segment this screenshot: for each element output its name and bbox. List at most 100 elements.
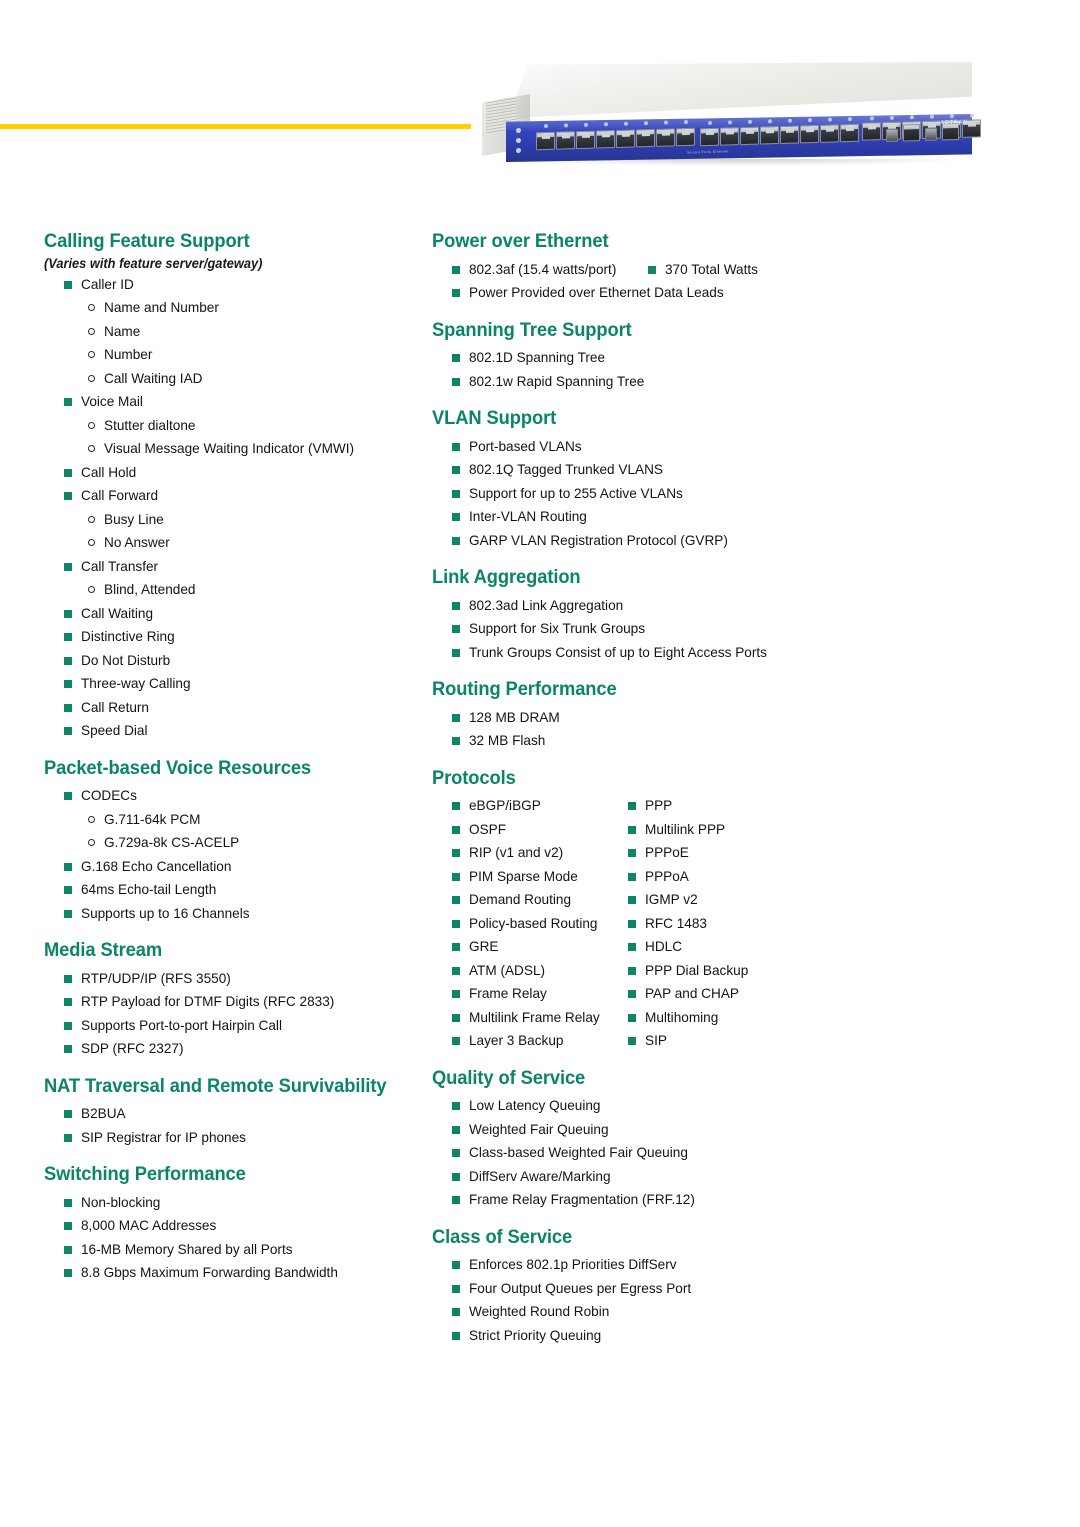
section-heading: VLAN Support (432, 407, 557, 429)
spec-item-label: 802.1w Rapid Spanning Tree (469, 373, 645, 389)
spec-item: 32 MB Flash (452, 729, 832, 753)
spec-item: Speed Dial (64, 719, 424, 743)
spec-item: Support for Six Trunk Groups (452, 617, 832, 641)
square-bullet-icon (628, 990, 636, 998)
square-bullet-icon (648, 265, 656, 274)
spec-item: Voice Mail (64, 390, 424, 414)
spec-item-label: 32 MB Flash (469, 733, 546, 748)
spec-item: Enforces 802.1p Priorities DiffServ (452, 1253, 832, 1277)
square-bullet-icon (452, 536, 460, 545)
spec-item: Weighted Fair Queuing (452, 1118, 832, 1142)
spec-item-label: Frame Relay (469, 986, 547, 1001)
square-bullet-icon (452, 872, 460, 881)
square-bullet-icon (452, 1284, 460, 1293)
spec-item-label: Multilink PPP (645, 821, 726, 837)
section-heading: Media Stream (44, 939, 163, 961)
square-bullet-icon (628, 943, 636, 951)
spec-item: Low Latency Queuing (452, 1094, 832, 1118)
spec-item-label: RIP (v1 and v2) (469, 845, 564, 860)
spec-item-label: 8,000 MAC Addresses (81, 1218, 217, 1233)
spec-item: SIP Registrar for IP phones (64, 1126, 424, 1150)
spec-item: RIP (v1 and v2) (452, 841, 628, 865)
square-bullet-icon (64, 680, 72, 688)
spec-item: SDP (RFC 2327) (64, 1037, 424, 1061)
spec-item-label: PAP and CHAP (645, 986, 739, 1001)
spec-sub-item: Visual Message Waiting Indicator (VMWI) (88, 437, 424, 461)
spec-item-label: PIM Sparse Mode (469, 868, 578, 884)
square-bullet-icon (452, 966, 460, 975)
spec-section-routing-performance: Routing Performance 128 MB DRAM 32 MB Flas… (432, 679, 832, 753)
spec-item-list: Caller ID Name and Number Name Number Call W… (44, 273, 424, 743)
square-bullet-icon (64, 1110, 72, 1118)
spec-item-label: OSPF (469, 821, 507, 837)
spec-item-label: SDP (RFC 2327) (81, 1041, 184, 1056)
spec-item: Strict Priority Queuing (452, 1324, 832, 1348)
spec-item-label: Power Provided over Ethernet Data Leads (469, 285, 724, 300)
spec-item-label: Weighted Round Robin (469, 1304, 610, 1319)
square-bullet-icon (64, 468, 72, 477)
section-heading: Switching Performance (44, 1163, 246, 1185)
spec-item-label: SIP Registrar for IP phones (81, 1129, 246, 1145)
square-bullet-icon (64, 703, 72, 712)
section-heading: Packet-based Voice Resources (44, 756, 312, 779)
spec-item-label: Demand Routing (469, 892, 572, 907)
spec-section-nat-traversal-and-remote-survivability: NAT Traversal and Remote Survivability B2… (44, 1076, 424, 1150)
square-bullet-icon (452, 442, 460, 451)
spec-item-label: GARP VLAN Registration Protocol (GVRP) (469, 532, 728, 548)
page-banner: ADTRAN Secure Ports Ethernet (0, 0, 1080, 210)
spec-item-list: 802.3ad Link Aggregation Support for Six … (432, 594, 832, 665)
square-bullet-icon (64, 998, 72, 1006)
spec-item-list: Port-based VLANs 802.1Q Tagged Trunked VL… (432, 435, 832, 553)
spec-pair-row: 802.3af (15.4 watts/port) 370 Total Watts (432, 258, 832, 282)
spec-section-protocols: Protocols eBGP/iBGP PPP OSPF Multilink PPP RI… (432, 766, 832, 1053)
spec-item-label: Strict Priority Queuing (469, 1327, 602, 1343)
section-heading: Link Aggregation (432, 566, 581, 588)
spec-item-label: DiffServ Aware/Marking (469, 1168, 611, 1184)
spec-item-label: 370 Total Watts (665, 261, 758, 277)
spec-item-list: 128 MB DRAM 32 MB Flash (432, 706, 832, 753)
spec-item: PIM Sparse Mode (452, 865, 628, 889)
spec-sub-item: G.711-64k PCM (88, 808, 424, 832)
spec-item-label: Policy-based Routing (469, 915, 598, 931)
circle-bullet-icon (88, 815, 95, 823)
square-bullet-icon (452, 1172, 460, 1181)
square-bullet-icon (64, 656, 72, 665)
spec-item-list: B2BUA SIP Registrar for IP phones (44, 1102, 424, 1149)
spec-item-label: Name (104, 323, 141, 339)
spec-item: GRE (452, 935, 628, 959)
section-heading: Protocols (432, 766, 516, 789)
square-bullet-icon (452, 896, 460, 904)
square-bullet-icon (628, 1013, 636, 1022)
section-subtitle: (Varies with feature server/gateway) (44, 255, 263, 271)
circle-bullet-icon (88, 586, 95, 593)
square-bullet-icon (452, 1196, 460, 1204)
spec-item: Non-blocking (64, 1191, 424, 1215)
square-bullet-icon (64, 1245, 72, 1254)
spec-item-label: HDLC (645, 939, 683, 954)
spec-column-right: Power over Ethernet 802.3af (15.4 watts/p… (432, 231, 832, 1348)
spec-item-label: Blind, Attended (104, 582, 196, 597)
spec-item: 128 MB DRAM (452, 706, 832, 730)
spec-item-label: CODECs (81, 788, 137, 803)
spec-item-label: Speed Dial (81, 723, 148, 738)
spec-item: Call Hold (64, 461, 424, 485)
square-bullet-icon (452, 825, 460, 834)
spec-section-power-over-ethernet: Power over Ethernet 802.3af (15.4 watts/p… (432, 231, 832, 305)
square-bullet-icon (452, 713, 460, 722)
square-bullet-icon (452, 1037, 460, 1045)
activity-led-icon (516, 147, 521, 154)
spec-item-label: ATM (ADSL) (469, 962, 546, 978)
spec-item: PPPoA (628, 865, 824, 889)
spec-item-label: 802.3af (15.4 watts/port) (469, 261, 617, 277)
spec-item-label: Stutter dialtone (104, 417, 196, 433)
spec-section-media-stream: Media Stream RTP/UDP/IP (RFS 3550) RTP Pay… (44, 939, 424, 1061)
spec-item: Caller ID (64, 273, 424, 297)
square-bullet-icon (452, 625, 460, 633)
square-bullet-icon (628, 966, 636, 975)
spec-item-label: B2BUA (81, 1106, 126, 1121)
spec-item-label: Call Return (81, 699, 149, 715)
square-bullet-icon (64, 862, 72, 871)
power-led-icon (516, 127, 521, 134)
square-bullet-icon (64, 609, 72, 618)
spec-item: Frame Relay (452, 982, 628, 1006)
